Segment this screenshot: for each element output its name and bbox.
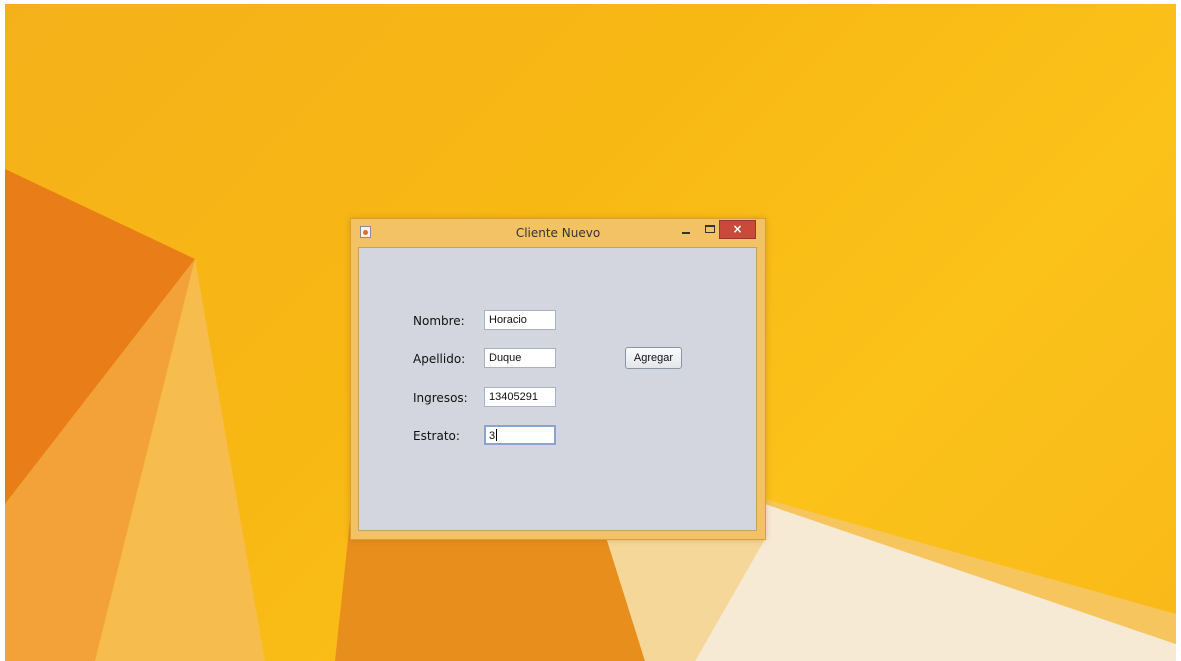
apellido-label: Apellido:: [413, 352, 466, 366]
maximize-icon[interactable]: [705, 225, 715, 233]
ingresos-field[interactable]: 13405291: [484, 387, 556, 407]
estrato-field[interactable]: 3: [484, 425, 556, 445]
text-caret: [496, 429, 498, 441]
estrato-value: 3: [489, 430, 496, 442]
apellido-field[interactable]: Duque: [484, 348, 556, 368]
nombre-label: Nombre:: [413, 314, 465, 328]
form-panel: Nombre: Horacio Apellido: Duque Agregar …: [358, 247, 757, 531]
close-icon[interactable]: ×: [719, 220, 756, 239]
ingresos-label: Ingresos:: [413, 391, 468, 405]
title-bar[interactable]: Cliente Nuevo ×: [351, 219, 765, 247]
cliente-nuevo-window: Cliente Nuevo × Nombre: Horacio Apellido…: [350, 218, 766, 540]
minimize-icon[interactable]: [681, 223, 691, 235]
nombre-field[interactable]: Horacio: [484, 310, 556, 330]
window-title: Cliente Nuevo: [515, 226, 601, 240]
estrato-label: Estrato:: [413, 429, 460, 443]
agregar-button[interactable]: Agregar: [625, 347, 682, 369]
